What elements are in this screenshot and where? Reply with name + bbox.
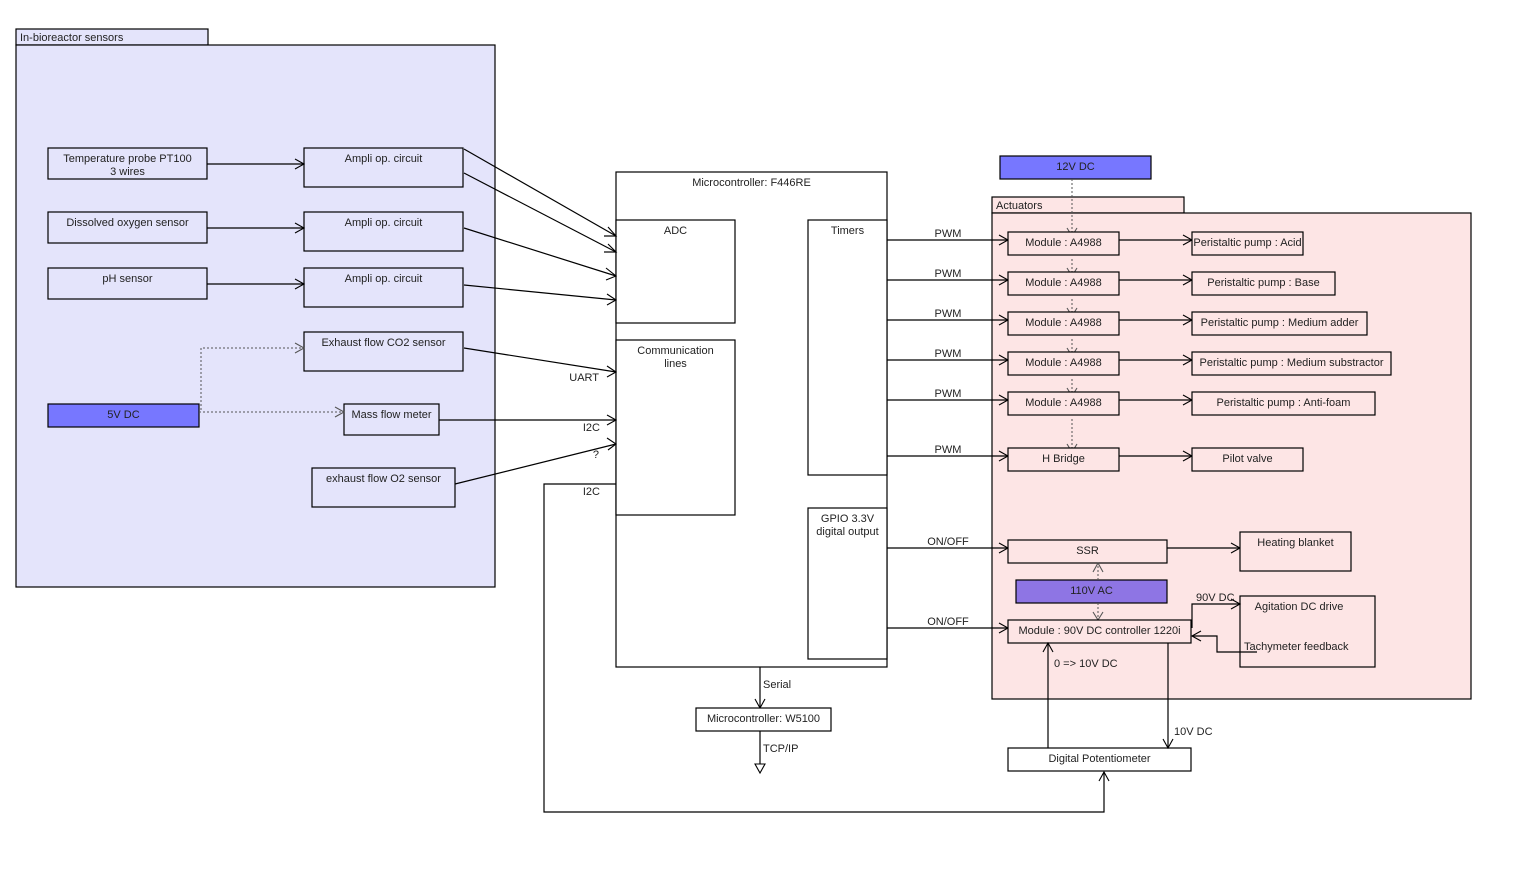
adc-label: ADC xyxy=(664,225,687,237)
mass-flow-meter-box[interactable]: Mass flow meter xyxy=(343,403,440,436)
co2-sensor-box[interactable]: Exhaust flow CO2 sensor xyxy=(303,331,464,372)
microcontroller-w5100[interactable]: Microcontroller: W5100 xyxy=(695,707,832,732)
gpio-block[interactable]: GPIO 3.3V digital output xyxy=(807,507,888,660)
onoff-label-controller: ON/OFF xyxy=(927,616,969,628)
peristaltic-pump-box[interactable]: Peristaltic pump : Acid xyxy=(1191,231,1304,256)
power-110v-ac[interactable]: 110V AC xyxy=(1015,579,1168,604)
o2-sensor-label: exhaust flow O2 sensor xyxy=(326,473,441,485)
a4988-module-box[interactable]: Module : A4988 xyxy=(1007,311,1120,336)
driver-label: Module : A4988 xyxy=(1025,237,1101,249)
a4988-module-box[interactable]: Module : A4988 xyxy=(1007,231,1120,256)
actuator-row: PWM Module : A4988 Peristaltic pump : Base xyxy=(887,268,1336,296)
power-12v-label: 12V DC xyxy=(1056,161,1095,173)
temperature-probe-sublabel: 3 wires xyxy=(110,166,145,178)
gpio-label: GPIO 3.3V xyxy=(821,513,875,525)
communication-lines-label: Communication xyxy=(637,345,713,357)
driver-label: Module : A4988 xyxy=(1025,317,1101,329)
power-12v-dc[interactable]: 12V DC xyxy=(999,155,1152,180)
gpio-sublabel: digital output xyxy=(816,526,878,538)
ampli-circuit-label: Ampli op. circuit xyxy=(345,273,423,285)
package-label: Actuators xyxy=(996,200,1043,212)
driver-label: Module : A4988 xyxy=(1025,357,1101,369)
a4988-module-box[interactable]: Module : A4988 xyxy=(1007,351,1120,376)
tacho-label: Tachymeter feedback xyxy=(1244,641,1349,653)
ampli-circuit-label: Ampli op. circuit xyxy=(345,153,423,165)
ph-sensor-label: pH sensor xyxy=(102,273,152,285)
temperature-probe-label: Temperature probe PT100 xyxy=(63,153,191,165)
microcontroller-title: Microcontroller: F446RE xyxy=(692,177,811,189)
pwm-label: PWM xyxy=(935,388,962,400)
digital-potentiometer-box[interactable]: Digital Potentiometer xyxy=(1007,747,1192,772)
ampli-circuit-3[interactable]: Ampli op. circuit xyxy=(303,267,464,308)
peristaltic-pump-box[interactable]: Peristaltic pump : Anti-foam xyxy=(1191,391,1376,416)
block-diagram: In-bioreactor sensors Actuators Temperat… xyxy=(15,28,1472,813)
pwm-label: PWM xyxy=(935,308,962,320)
v10-label: 10V DC xyxy=(1174,726,1213,738)
onoff-label-ssr: ON/OFF xyxy=(927,536,969,548)
communication-lines-block[interactable]: Communication lines xyxy=(615,339,736,516)
serial-label: Serial xyxy=(763,679,791,691)
target-label: Peristaltic pump : Base xyxy=(1207,277,1320,289)
agitation-drive-box[interactable]: Agitation DC drive xyxy=(1239,595,1376,668)
actuator-row: PWM Module : A4988 Peristaltic pump : Acid xyxy=(887,228,1304,256)
o2-sensor-box[interactable]: exhaust flow O2 sensor xyxy=(311,467,456,508)
co2-sensor-label: Exhaust flow CO2 sensor xyxy=(321,337,445,349)
power-5v-label: 5V DC xyxy=(107,409,139,421)
target-label: Peristaltic pump : Acid xyxy=(1193,237,1301,249)
uart-label: UART xyxy=(569,372,599,384)
driver-label: Module : A4988 xyxy=(1025,397,1101,409)
ph-sensor-box[interactable]: pH sensor xyxy=(47,267,208,300)
unknown-bus-label: ? xyxy=(593,449,599,461)
pwm-label: PWM xyxy=(935,348,962,360)
communication-lines-sublabel: lines xyxy=(664,358,687,370)
actuator-row: PWM H Bridge Pilot valve xyxy=(887,444,1304,472)
w5100-label: Microcontroller: W5100 xyxy=(707,713,820,725)
ssr-label: SSR xyxy=(1076,545,1099,557)
digital-potentiometer-label: Digital Potentiometer xyxy=(1048,753,1150,765)
driver-label: H Bridge xyxy=(1042,453,1085,465)
target-label: Peristaltic pump : Anti-foam xyxy=(1217,397,1351,409)
timers-block[interactable]: Timers xyxy=(807,219,888,476)
dissolved-oxygen-sensor-box[interactable]: Dissolved oxygen sensor xyxy=(47,211,208,244)
v0-10-label: 0 => 10V DC xyxy=(1054,658,1118,670)
network-output-icon xyxy=(754,763,766,775)
tcpip-label: TCP/IP xyxy=(763,743,798,755)
power-5v-dc[interactable]: 5V DC xyxy=(47,403,200,428)
timers-label: Timers xyxy=(831,225,865,237)
pwm-label: PWM xyxy=(935,228,962,240)
heating-blanket-label: Heating blanket xyxy=(1257,537,1333,549)
h-bridge-box[interactable]: H Bridge xyxy=(1007,447,1120,472)
dc-controller-box[interactable]: Module : 90V DC controller 1220i xyxy=(1007,619,1192,644)
i2c-potentiometer-label: I2C xyxy=(583,486,600,498)
a4988-module-box[interactable]: Module : A4988 xyxy=(1007,271,1120,296)
adc-block[interactable]: ADC xyxy=(615,219,736,324)
dc-controller-label: Module : 90V DC controller 1220i xyxy=(1018,625,1180,637)
peristaltic-pump-box[interactable]: Peristaltic pump : Medium substractor xyxy=(1191,351,1392,376)
ssr-box[interactable]: SSR xyxy=(1007,539,1168,564)
pilot-valve-box[interactable]: Pilot valve xyxy=(1191,447,1304,472)
target-label: Pilot valve xyxy=(1222,453,1272,465)
agitation-drive-label: Agitation DC drive xyxy=(1255,601,1344,613)
ampli-circuit-1[interactable]: Ampli op. circuit xyxy=(303,147,464,188)
driver-label: Module : A4988 xyxy=(1025,277,1101,289)
peristaltic-pump-box[interactable]: Peristaltic pump : Base xyxy=(1191,271,1336,296)
temperature-probe-box[interactable]: Temperature probe PT100 3 wires xyxy=(47,147,208,180)
i2c-mass-flow-label: I2C xyxy=(583,422,600,434)
pwm-label: PWM xyxy=(935,268,962,280)
ampli-circuit-label: Ampli op. circuit xyxy=(345,217,423,229)
pwm-label: PWM xyxy=(935,444,962,456)
a4988-module-box[interactable]: Module : A4988 xyxy=(1007,391,1120,416)
package-label: In-bioreactor sensors xyxy=(20,32,124,44)
ampli-circuit-2[interactable]: Ampli op. circuit xyxy=(303,211,464,252)
power-110v-label: 110V AC xyxy=(1070,585,1113,597)
dissolved-oxygen-label: Dissolved oxygen sensor xyxy=(66,217,189,229)
target-label: Peristaltic pump : Medium adder xyxy=(1201,317,1359,329)
v90-label: 90V DC xyxy=(1196,592,1235,604)
peristaltic-pump-box[interactable]: Peristaltic pump : Medium adder xyxy=(1191,311,1368,336)
heating-blanket-box[interactable]: Heating blanket xyxy=(1239,531,1352,572)
mass-flow-meter-label: Mass flow meter xyxy=(351,409,431,421)
target-label: Peristaltic pump : Medium substractor xyxy=(1199,357,1383,369)
